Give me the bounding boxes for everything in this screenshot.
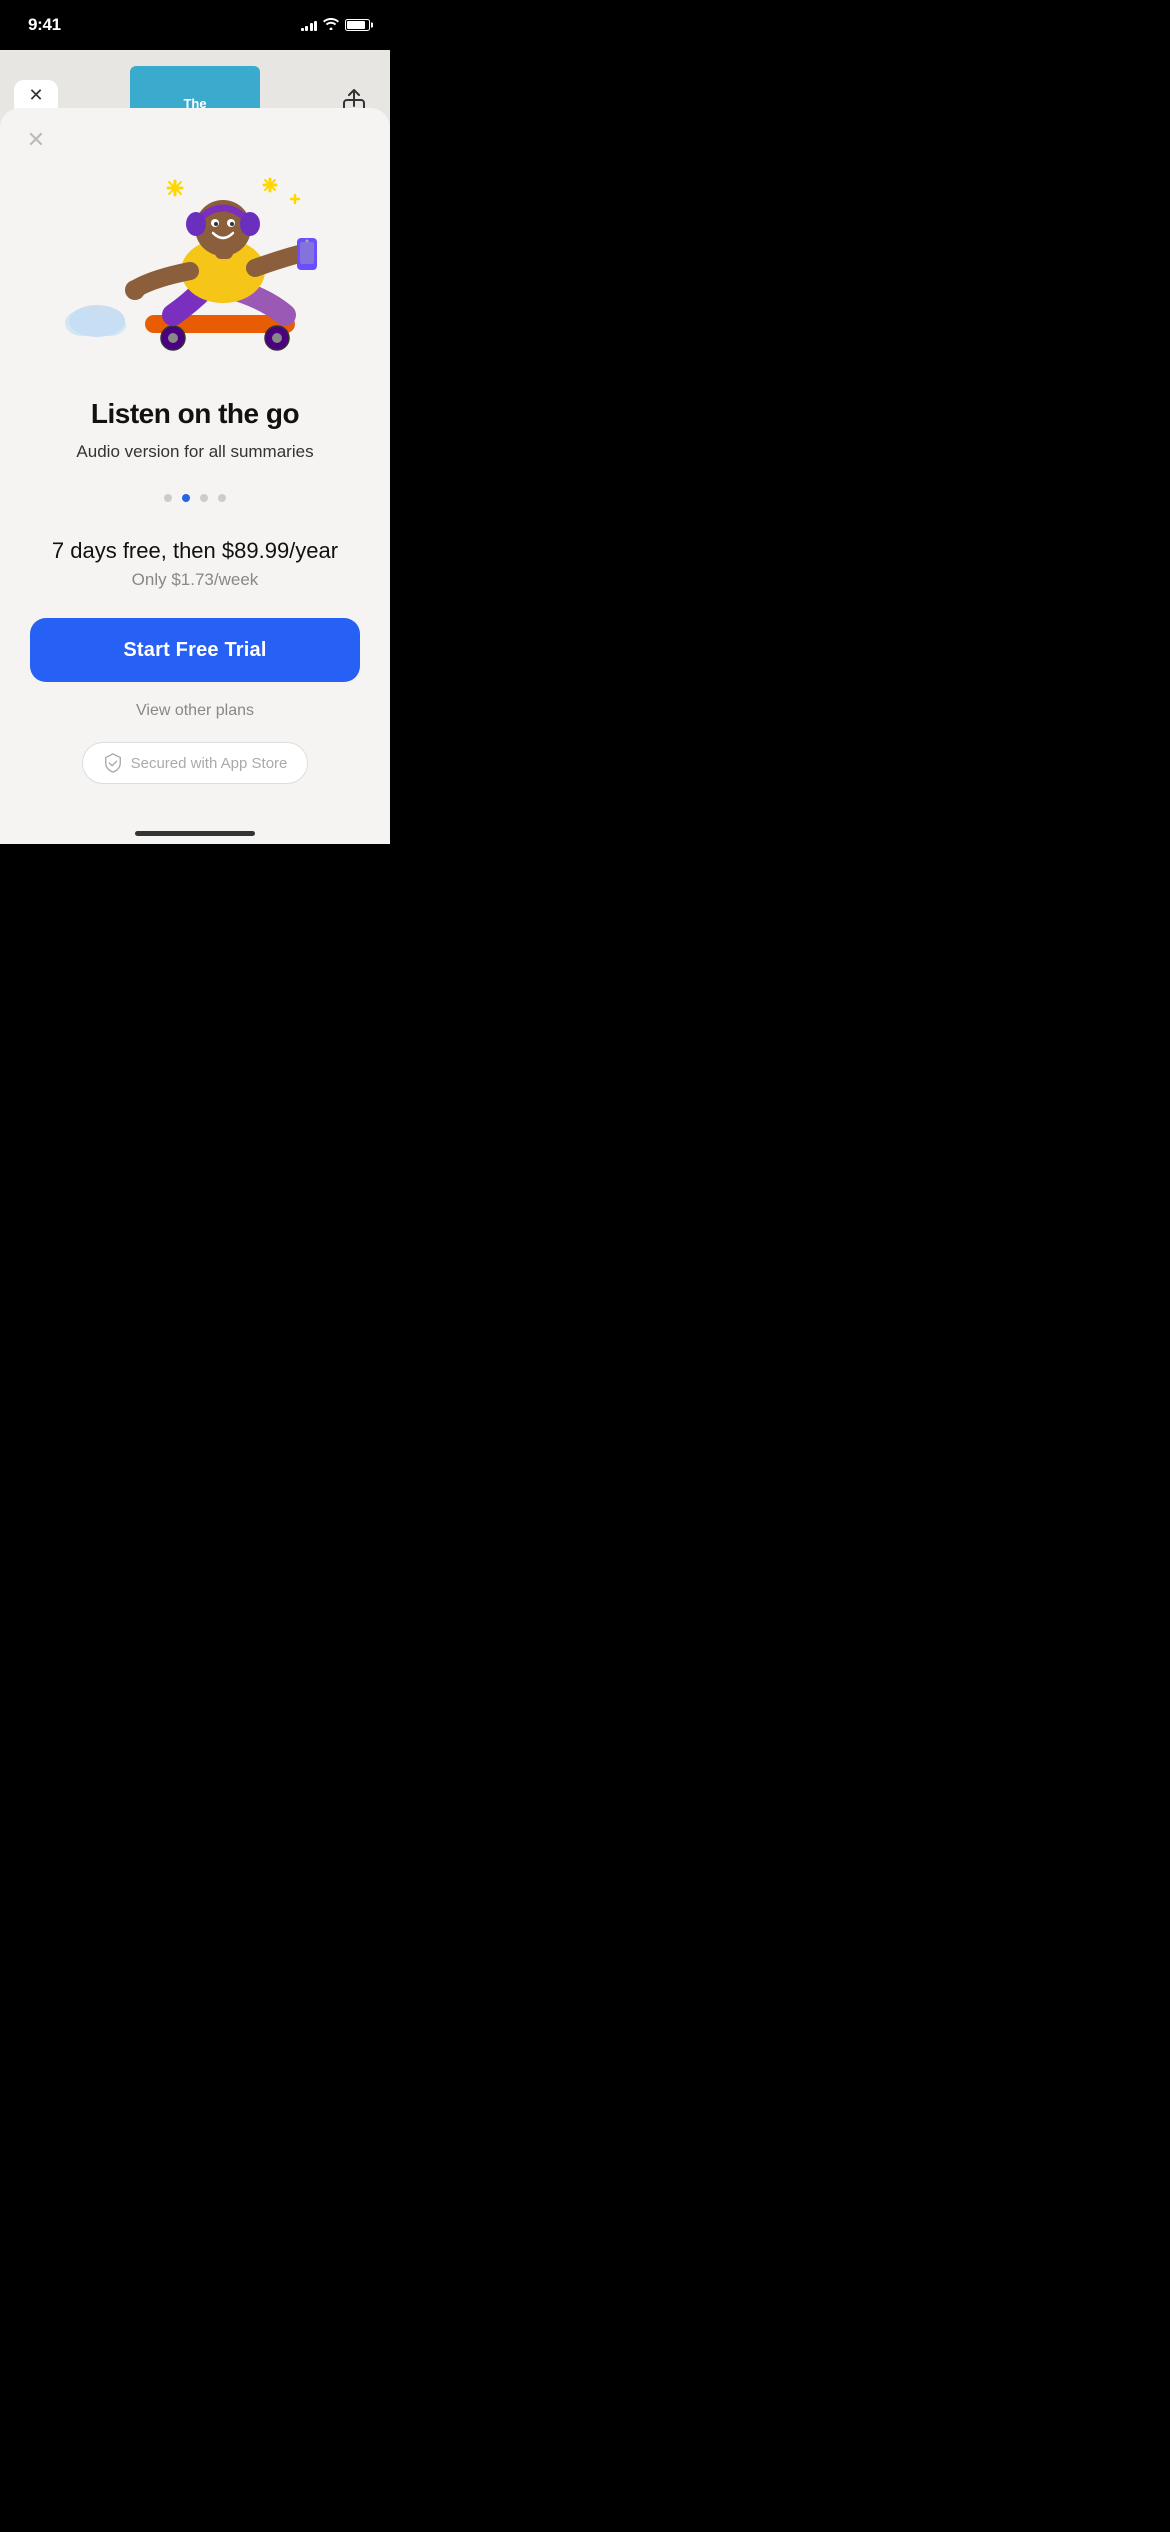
- status-time: 9:41: [28, 15, 61, 35]
- modal-subtitle: Audio version for all summaries: [76, 442, 313, 462]
- pagination-dots: [164, 494, 226, 502]
- modal-close-button[interactable]: ✕: [20, 124, 52, 156]
- start-free-trial-button[interactable]: Start Free Trial: [30, 618, 360, 682]
- sparkle-top-left: [168, 181, 182, 195]
- pagination-dot-3: [200, 494, 208, 502]
- pagination-dot-1: [164, 494, 172, 502]
- sparkle-top-right: [264, 179, 276, 191]
- secured-badge: Secured with App Store: [82, 742, 309, 784]
- pricing-area: 7 days free, then $89.99/year Only $1.73…: [52, 538, 338, 590]
- modal-content: Listen on the go Audio version for all s…: [0, 398, 390, 844]
- price-sub: Only $1.73/week: [52, 570, 338, 590]
- modal-sheet: ✕: [0, 108, 390, 844]
- pagination-dot-4: [218, 494, 226, 502]
- modal-title: Listen on the go: [91, 398, 299, 430]
- shield-icon: [103, 753, 123, 773]
- view-other-plans-link[interactable]: View other plans: [136, 702, 254, 720]
- skateboarder-illustration: [55, 118, 335, 388]
- illustration-area: [0, 108, 390, 398]
- pagination-dot-2: [182, 494, 190, 502]
- sparkle-small-right: [291, 195, 299, 203]
- wifi-icon: [323, 17, 339, 33]
- price-main: 7 days free, then $89.99/year: [52, 538, 338, 564]
- home-indicator: [135, 831, 255, 836]
- status-bar: 9:41: [0, 0, 390, 50]
- secured-text: Secured with App Store: [131, 755, 288, 772]
- status-icons: [301, 17, 371, 33]
- modal-close-icon: ✕: [27, 127, 45, 153]
- battery-icon: [345, 19, 370, 31]
- signal-bars-icon: [301, 19, 318, 31]
- browser-close-x-icon: ✕: [28, 86, 43, 104]
